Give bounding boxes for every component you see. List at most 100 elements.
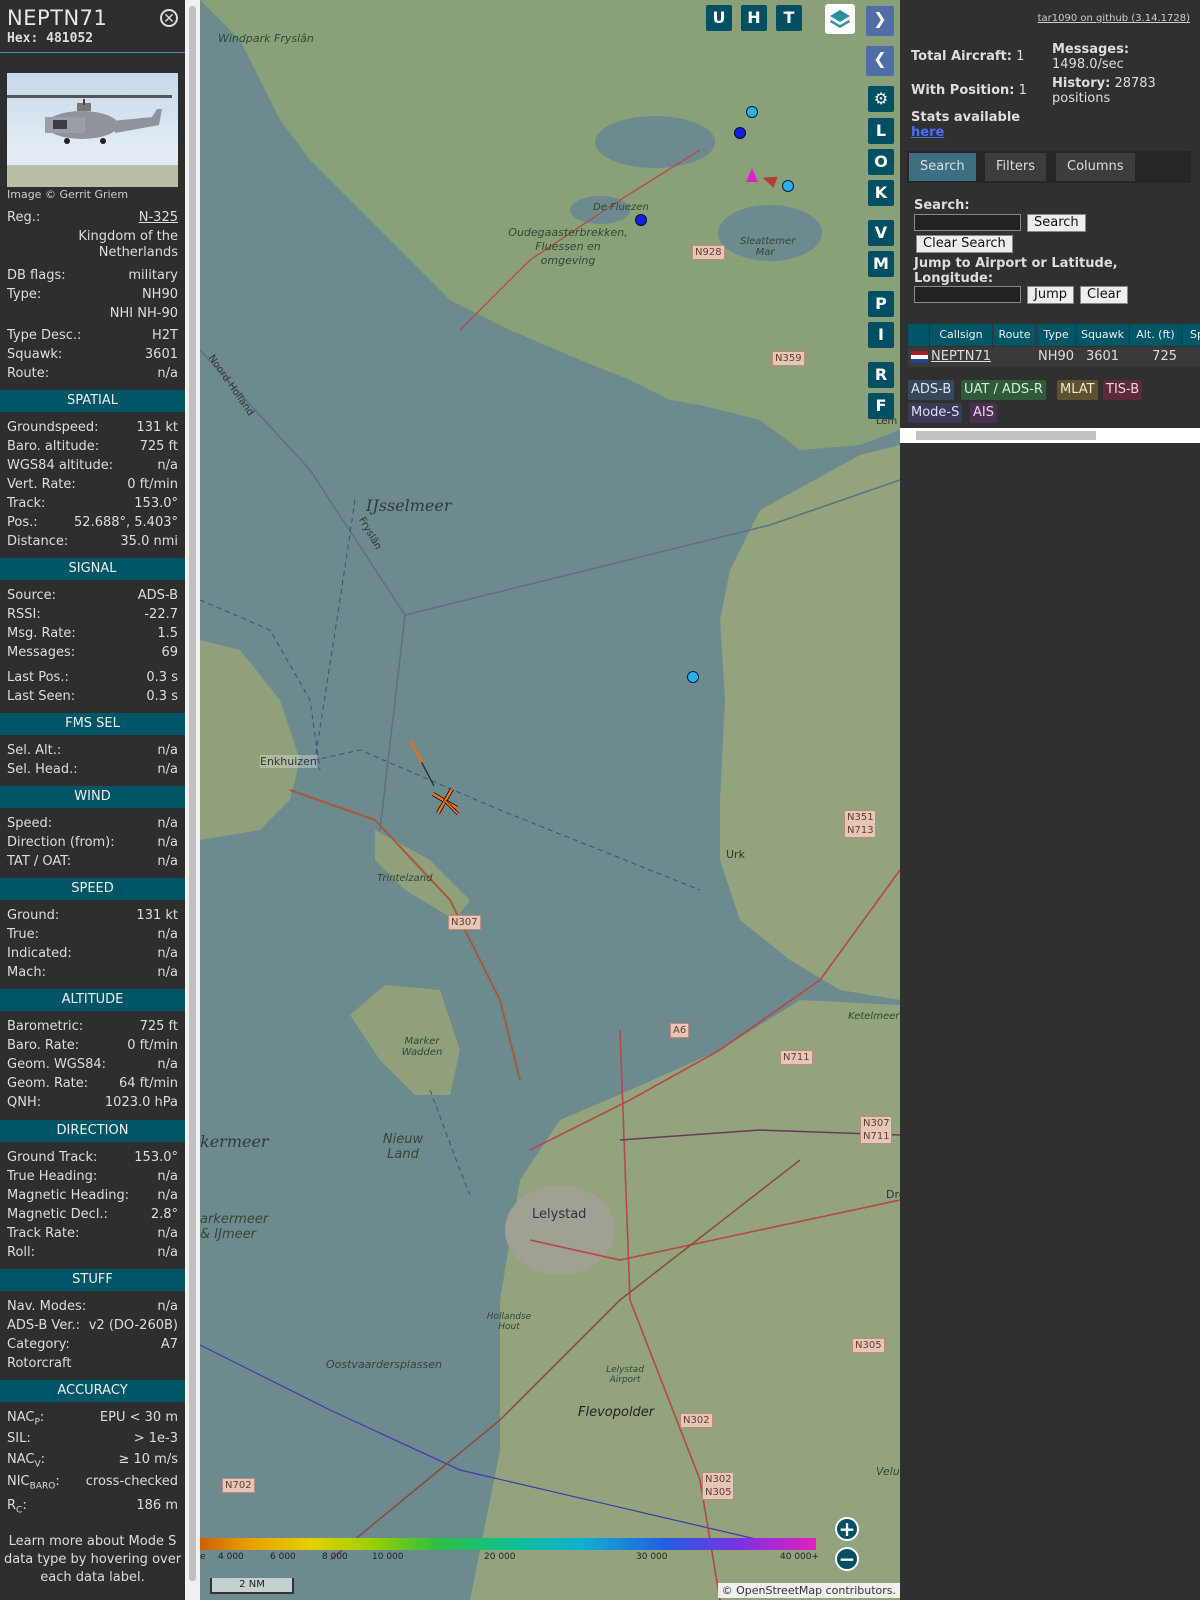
altitude-tick: 6 000	[270, 1552, 296, 1562]
tab-columns[interactable]: Columns	[1056, 153, 1135, 181]
map-button-t[interactable]: T	[776, 5, 802, 31]
aircraft-table: Callsign Route Type Squawk Alt. (ft) Sp …	[908, 324, 1200, 369]
aircraft-info-sidebar: NEPTN71 Hex: 481052 ✕ Image © Gerrit Gri…	[0, 0, 185, 1600]
altitude-tick: 30 000	[636, 1552, 668, 1562]
section-header-direction[interactable]: DIRECTION	[0, 1120, 185, 1142]
map-view[interactable]: Windpark Fryslân De Fluezen Oudegaasterb…	[200, 0, 900, 1600]
aircraft-marker[interactable]	[746, 168, 758, 182]
map-button-l[interactable]: L	[868, 118, 894, 144]
altitude-tick: 40 000+	[780, 1552, 820, 1562]
settings-gear-icon[interactable]: ⚙	[868, 86, 894, 112]
jump-button[interactable]: Jump	[1027, 286, 1074, 304]
map-label: Enkhuizen	[260, 755, 317, 768]
expand-right-icon[interactable]: ❯	[866, 6, 894, 36]
info-row-typedesc: Type Desc.: H2T	[7, 328, 178, 343]
layers-icon[interactable]	[825, 4, 855, 34]
map-label: Sleattemer Mar	[740, 236, 796, 258]
aircraft-marker[interactable]	[687, 671, 699, 683]
section-header-speed[interactable]: SPEED	[0, 878, 185, 900]
map-label: kermeer	[200, 1132, 269, 1151]
source-badge-tisb[interactable]: TIS-B	[1103, 380, 1143, 400]
source-badge-mlat[interactable]: MLAT	[1057, 380, 1098, 400]
row-alt: 725	[1152, 349, 1177, 364]
table-header-route[interactable]: Route	[993, 324, 1037, 346]
clear-button[interactable]: Clear	[1080, 286, 1128, 304]
search-input[interactable]	[914, 214, 1021, 231]
country-value: Kingdom of the Netherlands	[78, 229, 178, 260]
jump-input[interactable]	[914, 286, 1021, 303]
info-row-type: Type: NH90	[7, 287, 178, 302]
table-header-callsign[interactable]: Callsign	[930, 324, 993, 346]
reg-link[interactable]: N-325	[139, 210, 178, 225]
speed-row: Mach: n/a	[7, 965, 178, 980]
row-route	[993, 347, 1036, 367]
source-badge-ais[interactable]: AIS	[970, 403, 997, 423]
source-badge-adsb[interactable]: ADS-B	[908, 380, 955, 400]
sidebar-scrollbar-thumb[interactable]	[189, 6, 196, 1581]
section-header-fms[interactable]: FMS SEL	[0, 713, 185, 735]
tab-filters[interactable]: Filters	[985, 153, 1046, 181]
map-button-u[interactable]: U	[706, 5, 732, 31]
table-header-alt[interactable]: Alt. (ft)	[1130, 324, 1182, 346]
stats-available: Stats available here	[911, 110, 1021, 140]
tab-search[interactable]: Search	[909, 153, 976, 181]
table-header-squawk[interactable]: Squawk	[1076, 324, 1130, 346]
section-header-accuracy[interactable]: ACCURACY	[0, 1380, 185, 1402]
selected-helicopter-icon[interactable]	[430, 786, 460, 816]
table-horizontal-scrollbar[interactable]	[900, 428, 1200, 443]
altitude-row: Baro. Rate: 0 ft/min	[7, 1038, 178, 1053]
table-header-type[interactable]: Type	[1037, 324, 1076, 346]
collapse-left-icon[interactable]: ❮	[866, 46, 894, 76]
accuracy-row: NACP: EPU < 30 m	[7, 1410, 178, 1428]
section-header-stuff[interactable]: STUFF	[0, 1269, 185, 1291]
map-button-i[interactable]: I	[868, 322, 894, 348]
search-button[interactable]: Search	[1027, 214, 1086, 232]
stuff-row: ADS-B Ver.: v2 (DO-260B)	[7, 1318, 178, 1333]
github-link[interactable]: tar1090 on github (3.14.1728)	[1038, 13, 1190, 24]
section-header-spatial[interactable]: SPATIAL	[0, 390, 185, 412]
direction-row: True Heading: n/a	[7, 1169, 178, 1184]
map-label: Urk	[726, 848, 745, 861]
table-scrollbar-thumb[interactable]	[916, 431, 1096, 440]
map-button-p[interactable]: P	[868, 291, 894, 317]
section-header-altitude[interactable]: ALTITUDE	[0, 989, 185, 1011]
photo-credit: Image © Gerrit Griem	[7, 188, 129, 201]
with-position: With Position: 1	[911, 83, 1027, 98]
source-badge-modes[interactable]: Mode-S	[908, 403, 963, 423]
clear-search-button[interactable]: Clear Search	[916, 235, 1013, 253]
map-button-k[interactable]: K	[868, 180, 894, 206]
wind-row: Direction (from): n/a	[7, 835, 178, 850]
map-button-r[interactable]: R	[868, 362, 894, 388]
speed-row: True: n/a	[7, 927, 178, 942]
aircraft-photo[interactable]	[7, 73, 178, 187]
aircraft-marker[interactable]	[746, 106, 758, 118]
section-header-signal[interactable]: SIGNAL	[0, 558, 185, 580]
map-attribution[interactable]: © OpenStreetMap contributors.	[717, 1583, 900, 1598]
road-shield: A6	[670, 1023, 690, 1038]
map-button-m[interactable]: M	[868, 251, 894, 277]
map-button-v[interactable]: V	[868, 220, 894, 246]
altitude-row: QNH: 1023.0 hPa	[7, 1095, 178, 1110]
accuracy-row: NACV: ≥ 10 m/s	[7, 1452, 178, 1470]
aircraft-marker[interactable]	[635, 214, 647, 226]
spatial-row: Groundspeed: 131 kt	[7, 420, 178, 435]
nl-flag-icon	[910, 347, 928, 367]
road-shield: N702	[222, 1478, 255, 1493]
altitude-tick: 20 000	[484, 1552, 516, 1562]
map-button-o[interactable]: O	[868, 149, 894, 175]
stats-link[interactable]: here	[911, 125, 944, 140]
reg-label: Reg.:	[7, 210, 41, 225]
section-header-wind[interactable]: WIND	[0, 786, 185, 808]
row-callsign-link[interactable]: NEPTN71	[930, 347, 992, 367]
table-header-speed[interactable]: Sp	[1182, 324, 1200, 346]
selected-hex: Hex: 481052	[7, 31, 93, 46]
aircraft-marker[interactable]	[782, 180, 794, 192]
close-icon[interactable]: ✕	[160, 9, 178, 27]
source-badge-uat[interactable]: UAT / ADS-R	[961, 380, 1046, 400]
direction-row: Track Rate: n/a	[7, 1226, 178, 1241]
zoom-out-button[interactable]: −	[835, 1547, 859, 1571]
zoom-in-button[interactable]: +	[835, 1517, 859, 1541]
map-button-h[interactable]: H	[741, 5, 767, 31]
aircraft-marker[interactable]	[734, 127, 746, 139]
map-button-f[interactable]: F	[868, 393, 894, 419]
